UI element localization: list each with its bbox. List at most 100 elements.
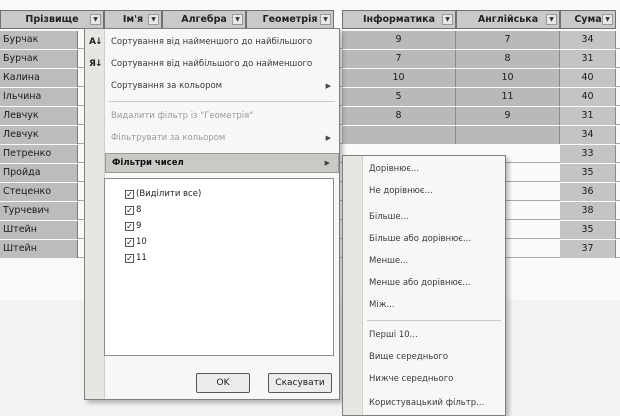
menu-item-label: Видалити фільтр із "Геометрія" — [111, 111, 254, 121]
sum-cell[interactable]: 38 — [560, 202, 616, 220]
informatics-cell[interactable]: 9 — [342, 31, 456, 49]
checkbox-checked-icon: ✓ — [125, 206, 134, 215]
checkbox-label: (Виділити все) — [136, 189, 202, 199]
english-cell[interactable]: 11 — [456, 88, 560, 106]
less-than-item[interactable]: Менше... — [369, 250, 408, 272]
informatics-cell[interactable]: 5 — [342, 88, 456, 106]
sort-by-color-item[interactable]: Сортування за кольором ▶ — [105, 75, 339, 97]
sum-cell[interactable]: 31 — [560, 50, 616, 68]
not-equals-item[interactable]: Не дорівнює... — [369, 180, 433, 202]
header-label: Інформатика — [362, 14, 436, 25]
select-all-checkbox[interactable]: ✓ (Виділити все) — [125, 187, 201, 201]
sum-cell[interactable]: 33 — [560, 145, 616, 163]
menu-separator — [367, 320, 501, 321]
menu-item-label: Фільтри чисел — [112, 158, 184, 168]
header-informatics[interactable]: Інформатика ▼ — [342, 10, 456, 29]
filter-dropdown-icon[interactable]: ▼ — [320, 14, 331, 25]
surname-cell[interactable]: Калина — [0, 69, 78, 87]
ok-button[interactable]: OK — [196, 373, 250, 393]
sum-cell[interactable]: 40 — [560, 88, 616, 106]
value-checkbox[interactable]: ✓ 10 — [125, 235, 147, 249]
surname-cell[interactable]: Петренко — [0, 145, 78, 163]
surname-cell[interactable]: Пройда — [0, 164, 78, 182]
header-geometry[interactable]: Геометрія ▼ — [246, 10, 334, 29]
clear-filter-item: Видалити фільтр із "Геометрія" — [105, 105, 339, 127]
informatics-cell[interactable]: 7 — [342, 50, 456, 68]
checkbox-label: 9 — [136, 221, 142, 231]
header-label: Прізвище — [25, 14, 79, 25]
submenu-arrow-icon: ▶ — [325, 134, 331, 142]
surname-cell[interactable]: Ільчина — [0, 88, 78, 106]
sum-cell[interactable]: 36 — [560, 183, 616, 201]
submenu-arrow-icon: ▶ — [324, 159, 330, 167]
top-10-item[interactable]: Перші 10... — [369, 324, 418, 346]
filter-dropdown-icon[interactable]: ▼ — [546, 14, 557, 25]
filter-dropdown-icon[interactable]: ▼ — [148, 14, 159, 25]
between-item[interactable]: Між... — [369, 294, 394, 316]
sum-cell[interactable]: 35 — [560, 164, 616, 182]
menu-separator — [109, 101, 335, 102]
greater-than-item[interactable]: Більше... — [369, 206, 409, 228]
checkbox-label: 10 — [136, 237, 147, 247]
filter-dropdown-icon[interactable]: ▼ — [442, 14, 453, 25]
checkbox-checked-icon: ✓ — [125, 238, 134, 247]
cancel-button[interactable]: Скасувати — [268, 373, 332, 393]
menu-icon-strip — [343, 156, 363, 415]
header-surname[interactable]: Прізвище ▼ — [0, 10, 104, 29]
english-cell[interactable] — [456, 126, 560, 144]
informatics-cell[interactable]: 10 — [342, 69, 456, 87]
surname-cell[interactable]: Штейн — [0, 221, 78, 239]
menu-item-label: Сортування від найбільшого до найменшого — [111, 59, 313, 69]
greater-or-equal-item[interactable]: Більше або дорівнює... — [369, 228, 471, 250]
surname-cell[interactable]: Левчук — [0, 107, 78, 125]
sum-cell[interactable]: 34 — [560, 31, 616, 49]
sum-cell[interactable]: 37 — [560, 240, 616, 258]
header-english[interactable]: Англійська ▼ — [456, 10, 560, 29]
value-checklist[interactable]: ✓ (Виділити все) ✓ 8 ✓ 9 ✓ 10 ✓ 11 — [104, 178, 334, 356]
below-average-item[interactable]: Нижче середнього — [369, 368, 453, 390]
header-sum[interactable]: Сума ▼ — [560, 10, 616, 29]
filter-dropdown-icon[interactable]: ▼ — [90, 14, 101, 25]
sum-cell[interactable]: 31 — [560, 107, 616, 125]
surname-cell[interactable]: Левчук — [0, 126, 78, 144]
sort-ascending-item[interactable]: А↓ Сортування від найменшого до найбільш… — [89, 31, 339, 53]
filter-dropdown-icon[interactable]: ▼ — [232, 14, 243, 25]
number-filters-submenu: Дорівнює... Не дорівнює... Більше... Біл… — [342, 155, 506, 416]
checkbox-label: 8 — [136, 205, 142, 215]
value-checkbox[interactable]: ✓ 11 — [125, 251, 147, 265]
english-cell[interactable]: 10 — [456, 69, 560, 87]
checkbox-label: 11 — [136, 253, 147, 263]
surname-cell[interactable]: Стеценко — [0, 183, 78, 201]
header-algebra[interactable]: Алгебра ▼ — [162, 10, 246, 29]
surname-cell[interactable]: Турчевич — [0, 202, 78, 220]
surname-cell[interactable]: Бурчак — [0, 31, 78, 49]
english-cell[interactable]: 8 — [456, 50, 560, 68]
equals-item[interactable]: Дорівнює... — [369, 158, 419, 180]
sort-descending-item[interactable]: Я↓ Сортування від найбільшого до найменш… — [89, 53, 339, 75]
english-cell[interactable]: 7 — [456, 31, 560, 49]
header-label: Англійська — [477, 14, 539, 25]
submenu-arrow-icon: ▶ — [325, 82, 331, 90]
sum-cell[interactable]: 34 — [560, 126, 616, 144]
number-filters-item[interactable]: Фільтри чисел ▶ — [105, 153, 339, 173]
informatics-cell[interactable] — [342, 126, 456, 144]
value-checkbox[interactable]: ✓ 8 — [125, 203, 141, 217]
value-checkbox[interactable]: ✓ 9 — [125, 219, 141, 233]
above-average-item[interactable]: Вище середнього — [369, 346, 448, 368]
surname-cell[interactable]: Бурчак — [0, 50, 78, 68]
menu-icon-strip — [85, 29, 105, 399]
checkbox-checked-icon: ✓ — [125, 254, 134, 263]
sum-cell[interactable]: 35 — [560, 221, 616, 239]
informatics-cell[interactable]: 8 — [342, 107, 456, 125]
surname-cell[interactable]: Штейн — [0, 240, 78, 258]
less-or-equal-item[interactable]: Менше або дорівнює... — [369, 272, 471, 294]
menu-item-label: Сортування від найменшого до найбільшого — [111, 37, 313, 47]
checkbox-checked-icon: ✓ — [125, 190, 134, 199]
header-firstname[interactable]: Ім'я ▼ — [104, 10, 162, 29]
sum-cell[interactable]: 40 — [560, 69, 616, 87]
filter-dropdown-icon[interactable]: ▼ — [602, 14, 613, 25]
custom-filter-item[interactable]: Користувацький фільтр... — [369, 392, 484, 414]
english-cell[interactable]: 9 — [456, 107, 560, 125]
filter-by-color-item: Фільтрувати за кольором ▶ — [105, 127, 339, 149]
checkbox-checked-icon: ✓ — [125, 222, 134, 231]
